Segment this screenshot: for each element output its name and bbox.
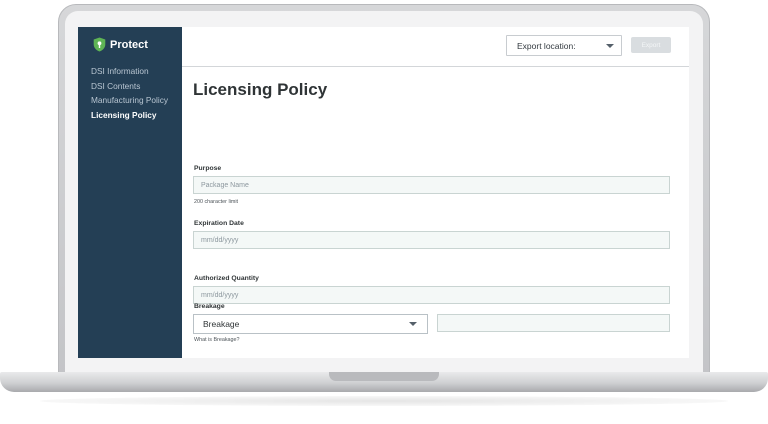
sidebar: Protect DSI Information DSI Contents Man… [78, 27, 182, 358]
breakage-value-input[interactable] [437, 314, 670, 332]
top-bar: Export location: Export [182, 27, 689, 67]
sidebar-item-manufacturing-policy[interactable]: Manufacturing Policy [91, 93, 168, 108]
laptop-notch [329, 372, 439, 381]
shield-lock-icon [93, 37, 106, 52]
app-screen: Protect DSI Information DSI Contents Man… [78, 27, 689, 358]
sidebar-item-dsi-information[interactable]: DSI Information [91, 64, 168, 79]
breakage-selected-value: Breakage [203, 319, 240, 329]
export-location-select[interactable]: Export location: [506, 35, 622, 56]
breakage-help-link[interactable]: What is Breakage? [194, 337, 240, 343]
breakage-select[interactable]: Breakage [193, 314, 428, 334]
authorized-quantity-input[interactable]: mm/dd/yyyy [193, 286, 670, 304]
purpose-input[interactable]: Package Name [193, 176, 670, 194]
licensing-policy-form: Licensing Policy Purpose Package Name 20… [182, 68, 689, 358]
page-title: Licensing Policy [193, 80, 328, 99]
brand-logo[interactable]: Protect [93, 37, 148, 52]
export-button[interactable]: Export [631, 37, 671, 53]
caret-down-icon [606, 44, 614, 48]
purpose-helper-text: 200 character limit [194, 199, 239, 205]
purpose-placeholder: Package Name [201, 181, 249, 189]
laptop-shadow [40, 396, 728, 406]
purpose-label: Purpose [194, 165, 222, 172]
expiration-date-input[interactable]: mm/dd/yyyy [193, 231, 670, 249]
sidebar-item-licensing-policy[interactable]: Licensing Policy [91, 108, 168, 123]
brand-name: Protect [110, 38, 148, 51]
export-location-label: Export location: [517, 40, 576, 51]
authorized-quantity-label: Authorized Quantity [194, 275, 259, 282]
breakage-label: Breakage [194, 303, 225, 310]
authorized-quantity-placeholder: mm/dd/yyyy [201, 291, 239, 299]
caret-down-icon [409, 322, 417, 326]
sidebar-item-dsi-contents[interactable]: DSI Contents [91, 79, 168, 94]
expiration-date-placeholder: mm/dd/yyyy [201, 236, 239, 244]
sidebar-nav: DSI Information DSI Contents Manufacturi… [91, 64, 168, 122]
expiration-date-label: Expiration Date [194, 220, 244, 227]
